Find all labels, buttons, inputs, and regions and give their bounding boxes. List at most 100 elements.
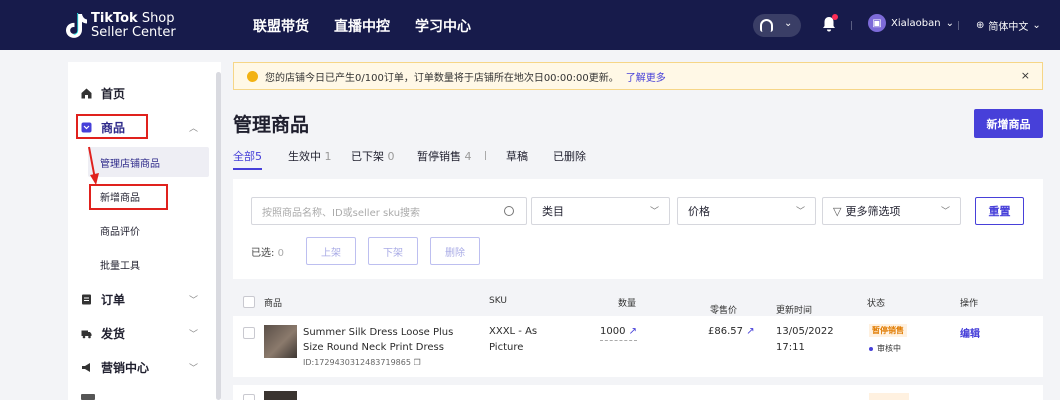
- tab-label: 生效中: [288, 150, 321, 163]
- close-icon[interactable]: ×: [1021, 69, 1030, 82]
- sidebar-next-item-icon: [81, 394, 95, 400]
- tiktok-shop-logo[interactable]: TikTok Shop Seller Center: [66, 11, 176, 41]
- tab-label: 全部: [233, 150, 255, 163]
- edit-icon: ↗: [746, 326, 755, 337]
- marketing-icon: [82, 362, 90, 372]
- notice-banner: 您的店铺今日已产生0/100订单，订单数量将于店铺所在地次日00:00:00更新…: [233, 62, 1043, 90]
- chevron-down-icon: ⌄: [1032, 20, 1041, 31]
- header-divider: [851, 21, 852, 30]
- username: Xialaoban: [891, 17, 941, 29]
- copy-icon[interactable]: ❐: [413, 358, 420, 367]
- store-avatar-icon: ▣: [868, 14, 886, 32]
- sidebar-item-orders[interactable]: 订单 ﹀: [68, 284, 216, 314]
- chevron-down-icon: ﹀: [189, 363, 199, 374]
- row-checkbox[interactable]: [243, 327, 255, 339]
- sidebar-item-label: 营销中心: [101, 360, 150, 375]
- page-title: 管理商品: [233, 114, 310, 136]
- edit-link[interactable]: 编辑: [960, 325, 980, 340]
- highlight-box-products: [76, 114, 148, 139]
- chevron-down-icon: ⌄: [784, 18, 793, 29]
- sidebar-item-shipping[interactable]: 发货 ﹀: [68, 318, 216, 348]
- bulk-delist-button[interactable]: 下架: [368, 237, 418, 265]
- row-checkbox[interactable]: [243, 394, 255, 400]
- search-icon: [504, 206, 514, 216]
- sidebar-item-label: 发货: [101, 326, 126, 341]
- tab-count: 5: [255, 150, 262, 163]
- tab-all[interactable]: 全部5: [233, 148, 262, 170]
- topnav-learning[interactable]: 学习中心: [415, 16, 471, 36]
- bulk-list-button[interactable]: 上架: [306, 237, 356, 265]
- sidebar-subitem-reviews[interactable]: 商品评价: [88, 215, 209, 245]
- updated-time: 17:11: [776, 342, 805, 353]
- price-label: 价格: [688, 205, 710, 218]
- price-cell[interactable]: £86.57 ↗: [708, 324, 755, 340]
- header-quantity: 数量: [618, 299, 637, 309]
- sidebar-item-label: 订单: [101, 292, 126, 307]
- price-select[interactable]: 价格 ﹀: [677, 197, 816, 225]
- tab-deleted[interactable]: 已删除: [553, 148, 586, 164]
- tab-count: 0: [387, 150, 395, 163]
- sidebar-subitem-bulk-tools[interactable]: 批量工具: [88, 249, 209, 279]
- sidebar-item-marketing[interactable]: 营销中心 ﹀: [68, 352, 216, 382]
- category-select[interactable]: 类目 ﹀: [531, 197, 670, 225]
- tab-delisted[interactable]: 已下架 0: [351, 148, 395, 164]
- shipping-icon: [81, 330, 92, 338]
- sort-icon: ⇕: [713, 303, 719, 311]
- product-thumbnail[interactable]: [264, 391, 297, 400]
- quantity-value: 1000: [600, 326, 626, 337]
- tab-drafts[interactable]: 草稿: [506, 148, 528, 164]
- updated-date: 13/05/2022: [776, 326, 834, 337]
- selected-label: 已选:: [251, 248, 275, 259]
- topnav-affiliate[interactable]: 联盟带货: [253, 16, 309, 36]
- sidebar-subitem-manage-products[interactable]: 管理店铺商品: [88, 147, 209, 177]
- tab-active[interactable]: 生效中 1: [288, 148, 332, 164]
- red-arrow-annotation: [88, 146, 99, 185]
- brand-shop: Shop: [137, 11, 175, 26]
- language-selector[interactable]: ⊕ 简体中文 ⌄: [976, 18, 1041, 33]
- product-thumbnail[interactable]: [264, 325, 297, 358]
- search-placeholder: 按照商品名称、ID或seller sku搜索: [262, 207, 421, 219]
- home-icon: [81, 88, 92, 98]
- filter-panel: 按照商品名称、ID或seller sku搜索 类目 ﹀ 价格 ﹀ ▽ 更多筛选项…: [233, 179, 1043, 279]
- quantity-cell[interactable]: 1000 ↗: [600, 324, 638, 341]
- header-action: 操作: [960, 299, 979, 309]
- add-product-button[interactable]: 新增商品: [974, 109, 1043, 138]
- sidebar: 首页 商品 ︿ 管理店铺商品 新增商品 商品评价 批量工具 订单 ﹀ 发货 ﹀ …: [68, 62, 221, 400]
- selected-value: 0: [277, 248, 284, 259]
- product-table: 商品 SKU 数量 零售价 ⇕ 更新时间 ⇕ 状态 操作 Summer Silk D…: [233, 289, 1043, 400]
- bell-icon[interactable]: [822, 14, 838, 32]
- reset-button[interactable]: 重置: [975, 197, 1024, 225]
- bulk-delete-button[interactable]: 删除: [430, 237, 480, 265]
- tab-label: 已下架: [351, 150, 384, 163]
- product-name[interactable]: Summer Silk Dress Loose Plus Size Round …: [303, 325, 475, 355]
- headset-icon: [760, 19, 773, 32]
- user-menu[interactable]: ▣ Xialaoban ⌄: [868, 14, 954, 32]
- category-label: 类目: [542, 205, 564, 218]
- filter-icon: ▽: [833, 204, 842, 218]
- chevron-up-icon: ︿: [189, 123, 199, 134]
- support-button[interactable]: ⌄: [753, 14, 801, 37]
- sidebar-item-home[interactable]: 首页: [68, 78, 216, 108]
- search-input[interactable]: 按照商品名称、ID或seller sku搜索: [251, 197, 527, 225]
- sidebar-scrollbar[interactable]: [216, 72, 221, 400]
- tab-divider: [485, 151, 486, 160]
- tab-label: 暂停销售: [417, 150, 461, 163]
- warning-icon: [247, 70, 258, 82]
- notice-text: 您的店铺今日已产生0/100订单，订单数量将于店铺所在地次日00:00:00更新…: [265, 72, 619, 84]
- tab-suspended[interactable]: 暂停销售 4: [417, 148, 472, 164]
- sidebar-item-label: 首页: [101, 86, 126, 101]
- more-filters-select[interactable]: ▽ 更多筛选项 ﹀: [822, 197, 961, 225]
- order-icon: [82, 294, 91, 304]
- learn-more-link[interactable]: 了解更多: [626, 69, 666, 84]
- topnav-live[interactable]: 直播中控: [334, 16, 390, 36]
- select-all-checkbox[interactable]: [243, 296, 255, 308]
- status-badge: 暂停销售: [869, 324, 907, 337]
- globe-icon: ⊕: [976, 20, 985, 31]
- product-id: ID:1729430312483719865 ❐: [303, 358, 421, 367]
- brand-name: TikTok: [91, 11, 138, 26]
- language-label: 简体中文: [988, 22, 1029, 33]
- tab-count: 4: [464, 150, 472, 163]
- more-filters-label: 更多筛选项: [845, 205, 901, 218]
- product-id-text: ID:1729430312483719865: [303, 358, 411, 367]
- header-divider: [958, 21, 959, 30]
